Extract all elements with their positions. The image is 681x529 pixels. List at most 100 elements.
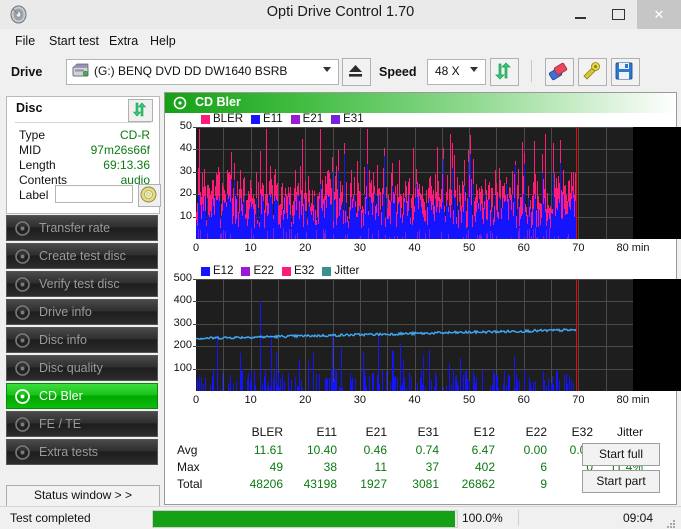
y-tick-label: 50 <box>179 120 192 132</box>
start-full-button[interactable]: Start full <box>582 443 660 466</box>
maximize-button[interactable] <box>599 0 637 29</box>
sidebar-label: Verify test disc <box>39 277 120 291</box>
table-cell: 26862 <box>461 477 495 491</box>
status-window-button[interactable]: Status window > > <box>6 485 160 507</box>
start-part-button[interactable]: Start part <box>582 470 660 493</box>
y-tick-mark <box>193 279 196 280</box>
table-cell: 10.40 <box>306 443 337 457</box>
disc-refresh-button[interactable] <box>128 99 153 122</box>
label-input[interactable] <box>55 185 133 203</box>
disc-info-panel: Disc Type CD-R MID 97m26s66f Length 69:1… <box>6 96 161 214</box>
y-tick-mark <box>193 301 196 303</box>
disc-burn-icon <box>14 248 31 265</box>
chart-legend-bottom: E12 E22 E32 Jitter <box>201 265 364 277</box>
sidebar-item-create-test-disc[interactable]: Create test disc <box>6 243 158 269</box>
refresh-drive-button[interactable] <box>490 58 519 86</box>
read-label-button[interactable] <box>138 184 161 207</box>
sidebar-item-drive-info[interactable]: Drive info <box>6 299 158 325</box>
end-marker-line <box>575 279 577 391</box>
legend-label: E31 <box>343 113 364 125</box>
status-window-label: Status window > > <box>33 488 133 502</box>
grid-line <box>196 127 633 128</box>
sidebar-item-disc-quality[interactable]: Disc quality <box>6 355 158 381</box>
sidebar-item-cd-bler[interactable]: CD Bler <box>6 383 158 409</box>
table-row-label: Total <box>177 477 203 491</box>
table-column-header: BLER <box>251 425 283 439</box>
opti-drive-control-window: Opti Drive Control 1.70 ✕ File Start tes… <box>0 0 681 529</box>
status-divider <box>457 510 458 526</box>
x-tick-label: 80 min <box>616 394 650 406</box>
eject-icon <box>349 65 362 77</box>
sidebar-label: Create test disc <box>39 249 126 263</box>
legend-item: E22 <box>241 265 274 277</box>
eject-button[interactable] <box>342 58 371 86</box>
table-row: Avg11.6110.400.460.746.470.000.0010.09% <box>165 443 643 459</box>
title-bar: Opti Drive Control 1.70 ✕ <box>0 0 681 30</box>
x-tick-label: 50 <box>463 394 476 406</box>
speed-select[interactable]: 48 X <box>427 59 486 85</box>
legend-label: E21 <box>302 113 324 125</box>
x-tick-label: 60 <box>517 394 530 406</box>
table-column-header: E21 <box>365 425 387 439</box>
plot-area-bottom <box>196 279 634 391</box>
sidebar-label: CD Bler <box>39 389 83 403</box>
save-button[interactable] <box>611 58 640 86</box>
x-tick-label: 60 <box>517 242 530 254</box>
table-cell: 48206 <box>249 477 283 491</box>
resize-grip[interactable] <box>666 516 676 528</box>
progress-percent: 100.0% <box>462 511 503 525</box>
plot-area-top-empty <box>633 127 681 239</box>
legend-item: E32 <box>281 265 314 277</box>
x-tick-label: 0 <box>192 394 200 406</box>
disc-key-type: Type <box>19 128 46 142</box>
grid-line <box>605 127 607 239</box>
table-column-header: E31 <box>417 425 439 439</box>
menu-extra[interactable]: Extra <box>104 32 143 50</box>
minimize-button[interactable] <box>561 0 599 29</box>
drive-info-icon <box>14 304 31 321</box>
close-button[interactable]: ✕ <box>637 0 681 29</box>
sidebar-label: Drive info <box>39 305 92 319</box>
table-column-header: E12 <box>473 425 495 439</box>
save-icon <box>615 62 633 80</box>
panel-header: CD Bler <box>165 93 676 113</box>
sidebar-item-fe-te[interactable]: FE / TE <box>6 411 158 437</box>
status-message: Test completed <box>10 511 91 525</box>
menu-file[interactable]: File <box>10 32 40 50</box>
grid-line <box>578 127 580 239</box>
x-tick-label: 70 <box>572 242 585 254</box>
disc-row-mid: MID 97m26s66f <box>7 143 159 159</box>
legend-swatch <box>331 114 341 124</box>
tools-button[interactable] <box>578 58 607 86</box>
x-tick-label: 50 <box>463 242 476 254</box>
label-caption: Label <box>19 188 49 202</box>
plot-area-bottom-empty <box>633 279 681 391</box>
erase-disc-button[interactable] <box>545 58 574 86</box>
table-cell: 402 <box>474 460 495 474</box>
legend-item: E12 <box>201 265 233 277</box>
y-tick-label: 10 <box>179 209 192 222</box>
x-tick-label: 40 <box>408 242 421 254</box>
refresh-icon <box>495 62 511 80</box>
x-tick-label: 0 <box>192 242 200 254</box>
menu-help[interactable]: Help <box>145 32 181 50</box>
menu-start-test[interactable]: Start test <box>44 32 104 50</box>
y-tick-mark <box>193 323 196 325</box>
speed-label: Speed <box>379 65 417 79</box>
y-tick-mark <box>193 127 196 128</box>
table-cell: 1927 <box>360 477 387 491</box>
sidebar-item-transfer-rate[interactable]: Transfer rate <box>6 215 158 241</box>
legend-swatch <box>281 266 291 276</box>
table-row-label: Avg <box>177 443 198 457</box>
table-column-header: E32 <box>571 425 593 439</box>
sidebar-item-disc-info[interactable]: Disc info <box>6 327 158 353</box>
legend-swatch <box>201 266 210 276</box>
table-column-header: E11 <box>316 425 337 439</box>
x-tick-label: 20 <box>299 394 312 406</box>
sidebar-item-extra-tests[interactable]: Extra tests <box>6 439 158 465</box>
speed-value: 48 X <box>435 64 460 78</box>
x-tick-label: 20 <box>299 242 312 254</box>
disc-value-length: 69:13.36 <box>103 158 150 172</box>
sidebar-item-verify-test-disc[interactable]: Verify test disc <box>6 271 158 297</box>
drive-select[interactable]: (G:) BENQ DVD DD DW1640 BSRB <box>66 59 339 85</box>
